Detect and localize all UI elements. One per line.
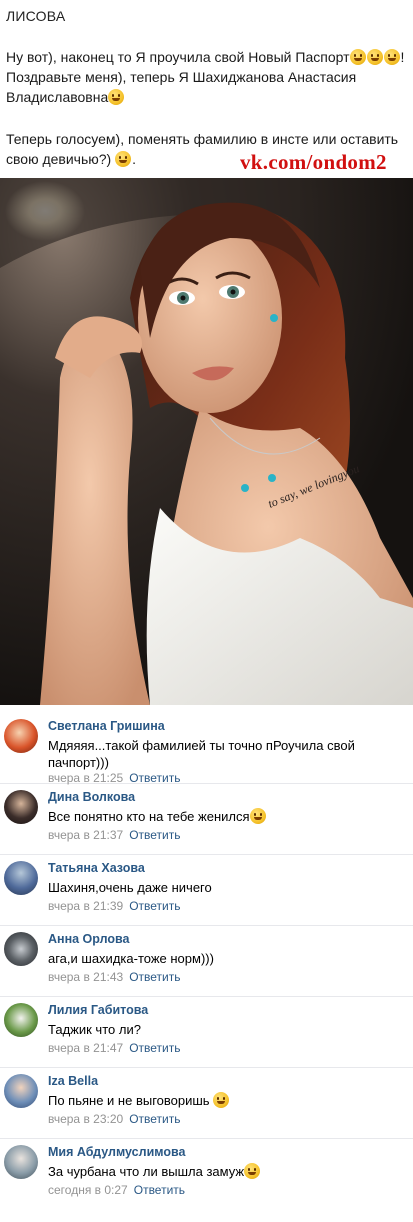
smile-emoji-icon <box>108 89 125 105</box>
comment-item: Мия Абдулмуслимова За чурбана что ли выш… <box>0 1139 413 1210</box>
comment-meta: вчера в 21:39 Ответить <box>48 899 180 913</box>
avatar[interactable] <box>4 719 38 753</box>
reply-button[interactable]: Ответить <box>134 1183 185 1197</box>
comment-text: Таджик что ли? <box>48 1022 141 1037</box>
comment-item: Анна Орлова ага,и шахидка-тоже норм))) в… <box>0 926 413 997</box>
comment-time[interactable]: вчера в 21:39 <box>48 899 123 913</box>
avatar[interactable] <box>4 1074 38 1108</box>
comment-time[interactable]: вчера в 23:20 <box>48 1112 123 1126</box>
comment-author[interactable]: Анна Орлова <box>48 932 129 946</box>
comment-item: Татьяна Хазова Шахиня,очень даже ничего … <box>0 855 413 926</box>
comment-item: Дина Волкова Все понятно кто на тебе жен… <box>0 784 413 855</box>
wink-emoji-icon <box>115 151 132 167</box>
comment-text: Мдяяяя...такой фамилией ты точно пРоучил… <box>48 738 355 770</box>
reply-button[interactable]: Ответить <box>129 899 180 913</box>
avatar[interactable] <box>4 1145 38 1179</box>
comment-item: Лилия Габитова Таджик что ли? вчера в 21… <box>0 997 413 1068</box>
comment-time[interactable]: вчера в 21:43 <box>48 970 123 984</box>
post-author[interactable]: ЛИСОВА <box>6 8 65 24</box>
eye-roll-emoji-icon <box>244 1163 261 1179</box>
post-paragraph-1-text: Ну вот), наконец то Я проучила свой Новы… <box>6 49 350 65</box>
comment-author[interactable]: Мия Абдулмуслимова <box>48 1145 185 1159</box>
reply-button[interactable]: Ответить <box>129 1112 180 1126</box>
comment-author[interactable]: Татьяна Хазова <box>48 861 145 875</box>
comments-list: Светлана Гришина Мдяяяя...такой фамилией… <box>0 713 413 1210</box>
comment-time[interactable]: вчера в 21:47 <box>48 1041 123 1055</box>
comment-text-body: За чурбана что ли вышла замуж <box>48 1164 245 1179</box>
avatar[interactable] <box>4 1003 38 1037</box>
comment-author[interactable]: Дина Волкова <box>48 790 135 804</box>
comment-item: Светлана Гришина Мдяяяя...такой фамилией… <box>0 713 413 785</box>
comment-time[interactable]: сегодня в 0:27 <box>48 1183 128 1197</box>
avatar[interactable] <box>4 861 38 895</box>
comment-time[interactable]: вчера в 21:25 <box>48 771 123 785</box>
comment-text: Шахиня,очень даже ничего <box>48 880 212 895</box>
reply-button[interactable]: Ответить <box>129 771 180 785</box>
grin-emoji-icon <box>383 49 400 65</box>
reply-button[interactable]: Ответить <box>129 970 180 984</box>
comment-text-body: Все понятно кто на тебе женился <box>48 809 250 824</box>
comment-meta: вчера в 23:20 Ответить <box>48 1112 180 1126</box>
watermark: vk.com/ondom2 <box>240 150 387 174</box>
comment-meta: вчера в 21:43 Ответить <box>48 970 180 984</box>
reply-button[interactable]: Ответить <box>129 828 180 842</box>
grin-emoji-icon <box>213 1092 230 1108</box>
comment-author[interactable]: Светлана Гришина <box>48 719 165 733</box>
comment-meta: вчера в 21:37 Ответить <box>48 828 180 842</box>
comment-text: Все понятно кто на тебе женился <box>48 808 378 825</box>
comment-text: ага,и шахидка-тоже норм))) <box>48 951 214 966</box>
comment-item: Iza Bella По пьяне и не выговоришь вчера… <box>0 1068 413 1139</box>
laugh-emoji-icon <box>249 808 266 824</box>
comment-meta: вчера в 21:47 Ответить <box>48 1041 180 1055</box>
grin-emoji-icon <box>349 49 366 65</box>
post-paragraph-1: Ну вот), наконец то Я проучила свой Новы… <box>6 47 406 107</box>
comment-text: По пьяне и не выговоришь <box>48 1092 378 1109</box>
avatar[interactable] <box>4 932 38 966</box>
comment-text-body: По пьяне и не выговоришь <box>48 1093 210 1108</box>
comment-author[interactable]: Лилия Габитова <box>48 1003 148 1017</box>
avatar[interactable] <box>4 790 38 824</box>
comment-meta: сегодня в 0:27 Ответить <box>48 1183 185 1197</box>
comment-meta: вчера в 21:25 Ответить <box>48 771 180 785</box>
grin-emoji-icon <box>366 49 383 65</box>
comment-text: За чурбана что ли вышла замуж <box>48 1163 378 1180</box>
post-photo[interactable]: to say, we lovingyou <box>0 178 413 705</box>
reply-button[interactable]: Ответить <box>129 1041 180 1055</box>
comment-time[interactable]: вчера в 21:37 <box>48 828 123 842</box>
comment-author[interactable]: Iza Bella <box>48 1074 98 1088</box>
